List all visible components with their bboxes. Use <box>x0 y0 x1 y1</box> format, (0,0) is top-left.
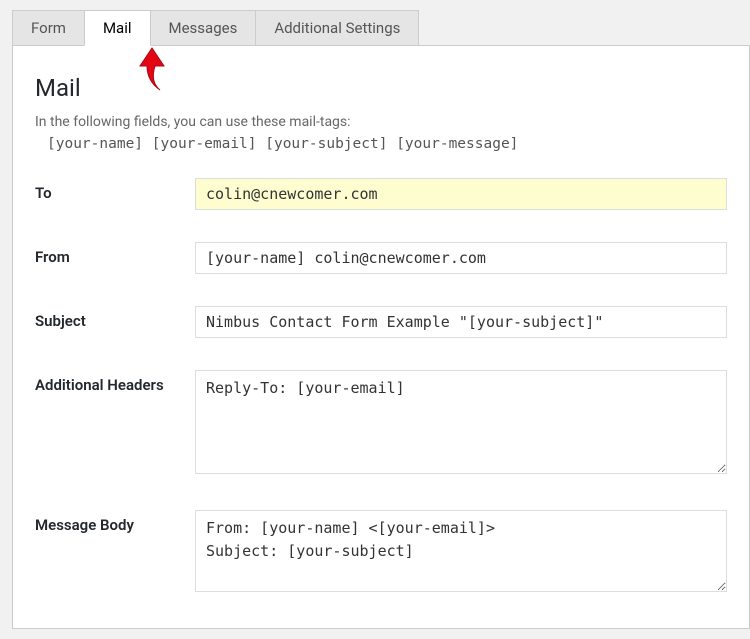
tab-additional-settings[interactable]: Additional Settings <box>255 10 419 45</box>
section-title: Mail <box>35 74 727 102</box>
from-label: From <box>35 242 195 266</box>
to-label: To <box>35 178 195 202</box>
message-body-textarea[interactable] <box>195 510 727 592</box>
subject-input[interactable] <box>195 306 727 338</box>
tab-form[interactable]: Form <box>12 10 85 45</box>
additional-headers-label: Additional Headers <box>35 370 195 394</box>
from-input[interactable] <box>195 242 727 274</box>
message-body-label: Message Body <box>35 510 195 534</box>
additional-headers-textarea[interactable] <box>195 370 727 474</box>
mail-tags-hint: In the following fields, you can use the… <box>35 114 727 130</box>
mail-tags-list: [your-name] [your-email] [your-subject] … <box>47 136 727 152</box>
tabs-bar: Form Mail Messages Additional Settings <box>12 10 750 46</box>
tab-mail[interactable]: Mail <box>84 10 151 46</box>
to-input[interactable] <box>195 178 727 210</box>
subject-label: Subject <box>35 306 195 330</box>
mail-panel: Mail In the following fields, you can us… <box>12 46 750 629</box>
tab-messages[interactable]: Messages <box>150 10 257 45</box>
